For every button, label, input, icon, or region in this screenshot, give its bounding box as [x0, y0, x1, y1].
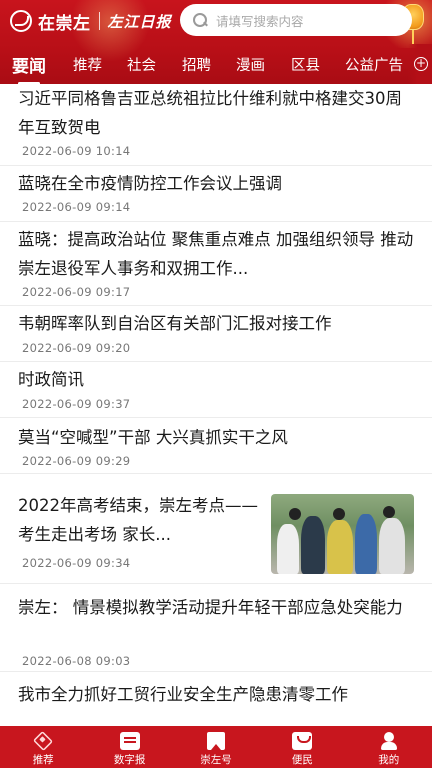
news-item[interactable]: 习近平同格鲁吉亚总统祖拉比什维利就中格建交30周年互致贺电 2022-06-09…	[0, 84, 432, 166]
news-item[interactable]: 我市全力抓好工贸行业安全生产隐患清零工作	[0, 672, 432, 726]
news-title: 蓝晓在全市疫情防控工作会议上强调	[18, 174, 282, 193]
news-title: 2022年高考结束，崇左考点—— 考生走出考场 家长...	[18, 496, 258, 544]
tab-gongyi[interactable]: 公益广告	[345, 54, 403, 75]
news-item[interactable]: 崇左： 情景模拟教学活动提升年轻干部应急处突能力 2022-06-08 09:0…	[0, 584, 432, 672]
news-item[interactable]: 韦朝晖率队到自治区有关部门汇报对接工作 2022-06-09 09:20	[0, 306, 432, 362]
news-time: 2022-06-09 09:34	[22, 556, 131, 570]
logo-divider	[98, 12, 100, 30]
news-thumbnail[interactable]	[271, 494, 414, 574]
news-title: 我市全力抓好工贸行业安全生产隐患清零工作	[18, 685, 348, 704]
news-item[interactable]: 时政简讯 2022-06-09 09:37	[0, 362, 432, 418]
tab-manhua[interactable]: 漫画	[236, 54, 265, 75]
search-input[interactable]: 请填写搜索内容	[180, 4, 412, 36]
nav-profile[interactable]: 我的	[349, 726, 429, 767]
news-time: 2022-06-09 09:20	[22, 341, 131, 355]
news-item[interactable]: 蓝晓在全市疫情防控工作会议上强调 2022-06-09 09:14	[0, 166, 432, 222]
search-placeholder: 请填写搜索内容	[216, 13, 304, 29]
app-logo[interactable]: 在崇左 左江日报	[10, 8, 172, 34]
nav-label: 我的	[378, 754, 400, 766]
search-icon	[192, 12, 208, 28]
nav-digital-paper[interactable]: 数字报	[90, 726, 170, 767]
news-list: 习近平同格鲁吉亚总统祖拉比什维利就中格建交30周年互致贺电 2022-06-09…	[0, 84, 432, 726]
news-time: 2022-06-09 09:14	[22, 200, 131, 214]
nav-recommend[interactable]: 推荐	[3, 726, 83, 767]
news-item[interactable]: 2022年高考结束，崇左考点—— 考生走出考场 家长... 2022-06-09…	[0, 484, 432, 584]
plus-icon: +	[414, 56, 428, 71]
nav-label: 数字报	[113, 754, 146, 766]
nav-label: 推荐	[32, 754, 54, 766]
news-title: 习近平同格鲁吉亚总统祖拉比什维利就中格建交30周年互致贺电	[18, 89, 402, 137]
nav-label: 崇左号	[200, 754, 232, 766]
tab-yaowen[interactable]: 要闻	[12, 52, 46, 84]
tab-zhaopin[interactable]: 招聘	[182, 54, 211, 75]
bookmark-icon	[206, 732, 225, 750]
logo-icon	[10, 10, 32, 32]
bag-icon	[292, 732, 313, 750]
more-tabs-button[interactable]: +	[408, 44, 432, 84]
news-time: 2022-06-09 09:37	[22, 397, 131, 411]
nav-chongzuo-hao[interactable]: 崇左号	[176, 726, 256, 767]
newspaper-icon	[119, 732, 140, 750]
nav-label: 便民	[291, 754, 313, 766]
news-title: 时政简讯	[18, 370, 84, 389]
news-title: 崇左： 情景模拟教学活动提升年轻干部应急处突能力	[18, 598, 403, 617]
news-time: 2022-06-09 09:29	[22, 454, 131, 468]
news-item[interactable]: 莫当“空喊型”干部 大兴真抓实干之风 2022-06-09 09:29	[0, 418, 432, 474]
tab-tuijian[interactable]: 推荐	[73, 54, 102, 75]
nav-convenience[interactable]: 便民	[262, 726, 342, 767]
channel-tabs: 要闻 推荐 社会 招聘 漫画 区县 公益广告 +	[0, 44, 432, 84]
news-title: 莫当“空喊型”干部 大兴真抓实干之风	[18, 428, 288, 447]
tab-shehui[interactable]: 社会	[127, 54, 156, 75]
app-name: 在崇左	[38, 13, 91, 34]
bottom-nav: 推荐 数字报 崇左号 便民 我的	[0, 726, 432, 768]
paper-name: 左江日报	[107, 12, 172, 31]
tab-quxian[interactable]: 区县	[291, 54, 320, 75]
news-time: 2022-06-08 09:03	[22, 654, 131, 668]
user-icon	[379, 732, 399, 750]
header: 在崇左 左江日报 请填写搜索内容 要闻 推荐 社会 招聘 漫画 区县 公益广告 …	[0, 0, 432, 84]
home-icon	[33, 730, 54, 752]
news-time: 2022-06-09 09:17	[22, 285, 131, 299]
news-item[interactable]: 蓝晓：提高政治站位 聚焦重点难点 加强组织领导 推动崇左退役军人事务和双拥工作.…	[0, 222, 432, 306]
news-title: 韦朝晖率队到自治区有关部门汇报对接工作	[18, 314, 332, 333]
news-title: 蓝晓：提高政治站位 聚焦重点难点 加强组织领导 推动崇左退役军人事务和双拥工作.…	[18, 230, 414, 278]
news-time: 2022-06-09 10:14	[22, 144, 131, 158]
